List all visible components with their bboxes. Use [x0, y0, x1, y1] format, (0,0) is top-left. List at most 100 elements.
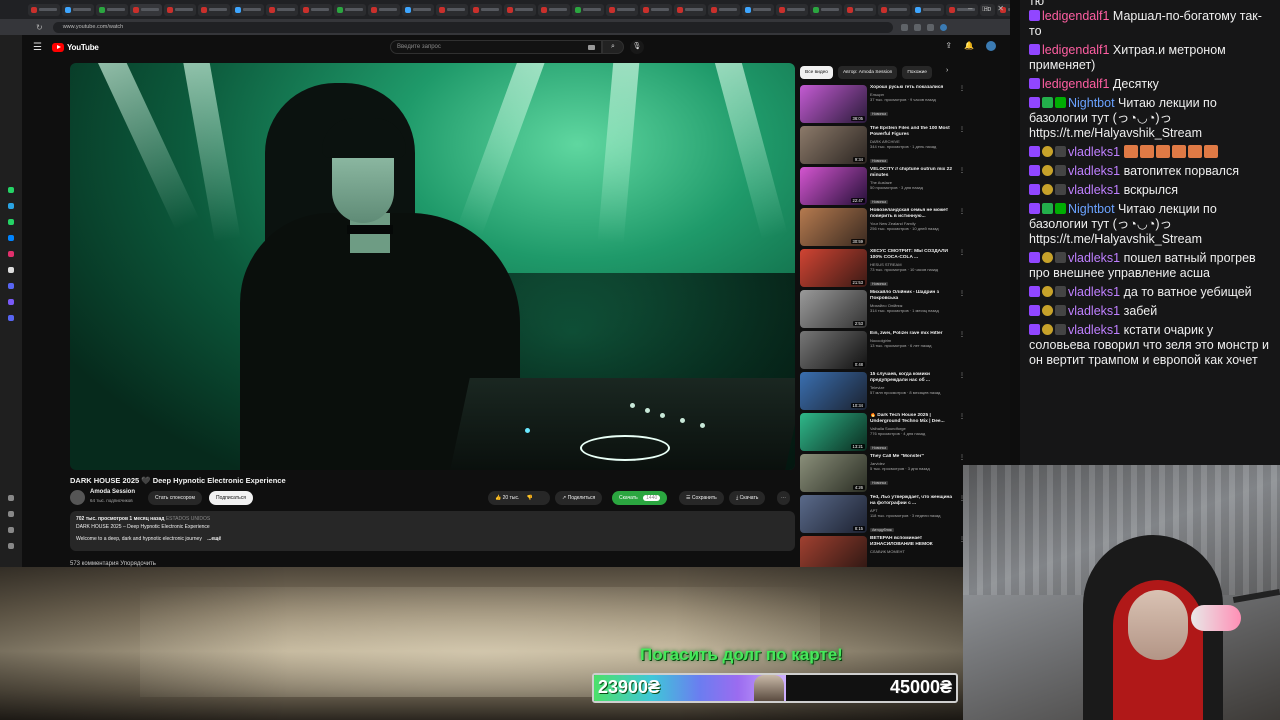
video-title[interactable]: Ted, Льо утверждает, что женщина на фото… — [870, 495, 958, 507]
browser-tab[interactable] — [640, 3, 672, 16]
more-options-icon[interactable]: ⋮ — [959, 167, 965, 174]
sidebar-app-icon[interactable] — [8, 203, 14, 209]
sub-badge-icon[interactable] — [1029, 252, 1040, 263]
mod-badge-icon[interactable] — [1055, 203, 1066, 214]
browser-tab[interactable] — [504, 3, 536, 16]
video-title[interactable]: Михайло Олійник - Шадрин з Покровська — [870, 290, 958, 302]
video-title[interactable]: Хорошi руські геть показалися — [870, 85, 958, 91]
upload-icon[interactable]: ⇪ — [945, 41, 952, 51]
bits-badge-icon[interactable] — [1042, 305, 1053, 316]
browser-tab[interactable] — [572, 3, 604, 16]
reload-icon[interactable]: ↻ — [36, 23, 43, 32]
minimize-icon[interactable]: – — [968, 4, 972, 13]
bits-badge-icon[interactable] — [1042, 324, 1053, 335]
recommended-video[interactable]: 22:47 VELOCITY // chiptune outrun mix 22 … — [800, 167, 965, 208]
browser-tab[interactable] — [470, 3, 502, 16]
sidebar-app-icon[interactable] — [8, 527, 14, 533]
bits-badge-icon[interactable] — [1042, 165, 1053, 176]
close-icon[interactable]: ✕ — [997, 4, 1004, 13]
chat-username[interactable]: Nightbot — [1068, 202, 1115, 216]
sub-badge-icon[interactable] — [1029, 184, 1040, 195]
video-title[interactable]: VELOCITY // chiptune outrun mix 22 minut… — [870, 167, 958, 179]
video-title[interactable]: 🔥 Dark Tech House 2025 | Underground Tec… — [870, 413, 958, 425]
recommended-video[interactable]: 13:21 🔥 Dark Tech House 2025 | Undergroun… — [800, 413, 965, 454]
download-extension-button[interactable]: Скачать 1440 — [612, 491, 668, 505]
video-player[interactable] — [70, 63, 795, 470]
more-options-icon[interactable]: ⋮ — [959, 208, 965, 215]
video-thumbnail[interactable] — [800, 536, 867, 567]
glitch-badge-icon[interactable] — [1055, 165, 1066, 176]
glitch-badge-icon[interactable] — [1055, 305, 1066, 316]
glitch-badge-icon[interactable] — [1055, 252, 1066, 263]
sub-badge-icon[interactable] — [1029, 146, 1040, 157]
video-title[interactable]: They Call Me "Monster" — [870, 454, 958, 460]
more-options-icon[interactable]: ⋮ — [959, 249, 965, 256]
browser-tab[interactable] — [266, 3, 298, 16]
more-actions-button[interactable]: ⋯ — [777, 491, 790, 505]
vip-badge-icon[interactable] — [1042, 203, 1053, 214]
browser-tab[interactable] — [810, 3, 842, 16]
profile-icon[interactable] — [939, 23, 947, 31]
video-thumbnail[interactable]: 9:34 — [800, 126, 867, 164]
sub-badge-icon[interactable] — [1029, 324, 1040, 335]
sub-badge-icon[interactable] — [1029, 305, 1040, 316]
share-button[interactable]: ↗ Поделиться — [555, 491, 603, 505]
browser-tab[interactable] — [436, 3, 468, 16]
recommended-video[interactable]: 4:26 They Call Me "Monster" Jarvidez 5 тыс.… — [800, 454, 965, 495]
video-thumbnail[interactable]: 13:21 — [800, 413, 867, 451]
more-options-icon[interactable]: ⋮ — [959, 85, 965, 92]
video-thumbnail[interactable]: 2:53 — [800, 290, 867, 328]
search-button[interactable]: ⌕ — [602, 40, 624, 54]
chat-username[interactable]: vladleks1 — [1068, 251, 1120, 265]
browser-tab[interactable] — [538, 3, 570, 16]
sub-badge-icon[interactable] — [1029, 286, 1040, 297]
browser-tab[interactable] — [28, 3, 60, 16]
filter-chip[interactable]: Автор: Amoda Session — [837, 66, 898, 79]
chat-username[interactable]: vladleks1 — [1068, 285, 1120, 299]
more-options-icon[interactable]: ⋮ — [959, 126, 965, 133]
more-options-icon[interactable]: ⋮ — [959, 454, 965, 461]
subscribe-button[interactable]: Подписаться — [209, 491, 253, 505]
recommended-video[interactable]: 2:53 Михайло Олійник - Шадрин з Покровськ… — [800, 290, 965, 331]
browser-tab[interactable] — [198, 3, 230, 16]
download-button[interactable]: ⤓ Скачать — [729, 491, 766, 505]
save-button[interactable]: ☰ Сохранить — [679, 491, 724, 505]
url-field[interactable]: www.youtube.com/watch — [52, 21, 893, 33]
channel-avatar[interactable] — [70, 490, 85, 505]
chat-username[interactable]: ledigendalf1 — [1042, 9, 1109, 23]
youtube-logo[interactable]: YouTube — [52, 43, 99, 52]
filter-chip[interactable]: Все видео — [800, 66, 833, 79]
sidebar-app-icon[interactable] — [8, 543, 14, 549]
join-button[interactable]: Стать спонсором — [148, 491, 202, 505]
sub-badge-icon[interactable] — [1029, 203, 1040, 214]
browser-tab[interactable] — [334, 3, 366, 16]
browser-tab[interactable] — [368, 3, 400, 16]
browser-tab[interactable] — [62, 3, 94, 16]
video-title[interactable]: ВЕТЕРАН вспоминает ИЗНАСИЛОВАНИЕ НЕМОК — [870, 536, 958, 548]
browser-tab[interactable] — [844, 3, 876, 16]
recommended-video[interactable]: 21:53 ХЕСУС СМОТРИТ: МЫ СОЗДАЛИ 100% COCA… — [800, 249, 965, 290]
video-thumbnail[interactable]: 36:05 — [800, 85, 867, 123]
sidebar-app-icon[interactable] — [8, 235, 14, 241]
sidebar-app-icon[interactable] — [8, 299, 14, 305]
extension-icon[interactable] — [913, 23, 921, 31]
browser-tab[interactable] — [232, 3, 264, 16]
browser-tab[interactable] — [674, 3, 706, 16]
browser-tab[interactable] — [402, 3, 434, 16]
video-title[interactable]: ХЕСУС СМОТРИТ: МЫ СОЗДАЛИ 100% COCA-COLA… — [870, 249, 958, 261]
video-thumbnail[interactable]: 30:59 — [800, 208, 867, 246]
chevron-right-icon[interactable]: › — [946, 67, 948, 74]
recommended-video[interactable]: 8:15 Ted, Льо утверждает, что женщина на … — [800, 495, 965, 536]
video-title[interactable]: Новозеландская семья не может поверить в… — [870, 208, 958, 220]
sub-badge-icon[interactable] — [1029, 97, 1040, 108]
sub-badge-icon[interactable] — [1029, 44, 1040, 55]
browser-tab[interactable] — [912, 3, 944, 16]
sidebar-app-icon[interactable] — [8, 219, 14, 225]
video-thumbnail[interactable]: 22:47 — [800, 167, 867, 205]
vip-badge-icon[interactable] — [1042, 97, 1053, 108]
browser-tab[interactable] — [130, 3, 162, 16]
browser-tab[interactable] — [776, 3, 808, 16]
extension-icon[interactable] — [900, 23, 908, 31]
glitch-badge-icon[interactable] — [1055, 146, 1066, 157]
chat-username[interactable]: ledigendalf1 — [1042, 77, 1109, 91]
